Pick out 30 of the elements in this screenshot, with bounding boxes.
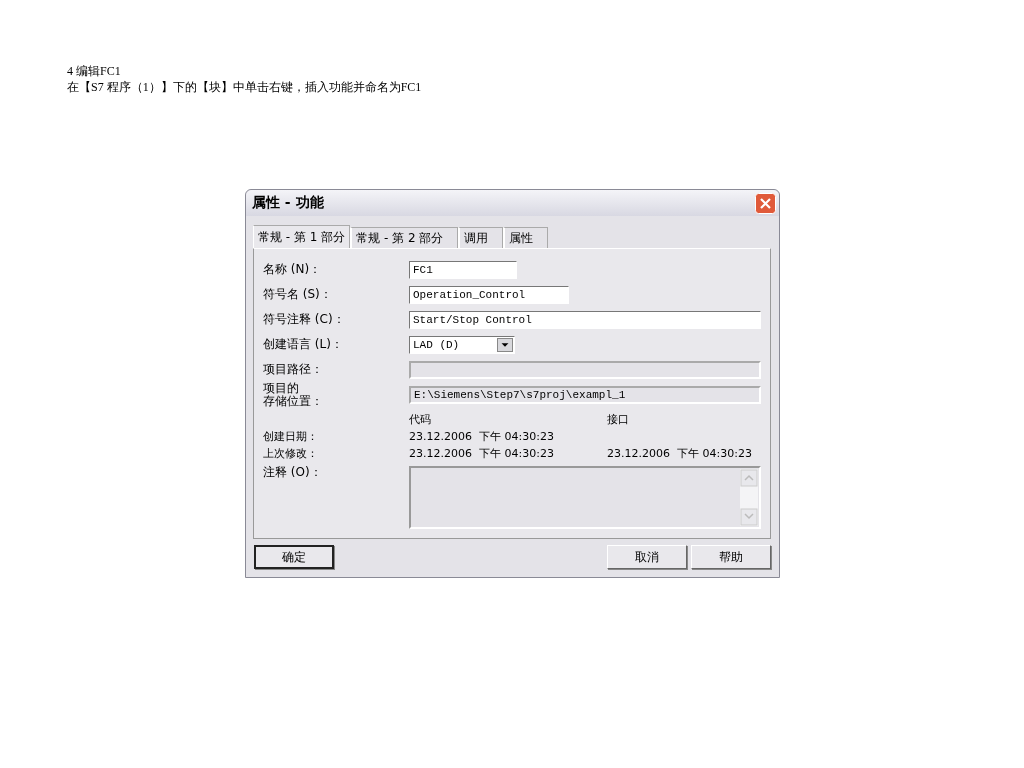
step-heading: 4 编辑FC1 (67, 63, 121, 79)
field-label: 符号名 (S)： (263, 288, 333, 301)
field-label: 名称 (N)： (263, 263, 323, 276)
column-header: 代码 (409, 412, 432, 428)
tab[interactable]: 属性 (503, 227, 549, 248)
close-icon[interactable] (755, 192, 776, 214)
language-dropdown[interactable]: LAD (D) (409, 335, 515, 354)
tab[interactable]: 常规 - 第 1 部分 (253, 225, 351, 248)
instruction-text: 在【S7 程序（1）】下的【块】中单击右键，插入功能并命名为FC1 (67, 79, 422, 95)
window-title: 属性 - 功能 (252, 194, 324, 212)
input-field[interactable]: FC1 (409, 260, 517, 279)
date-value: 23.12.2006 下午 04:30:23 (409, 446, 555, 462)
date-value: 23.12.2006 下午 04:30:23 (409, 429, 555, 445)
field-label: 上次修改： (263, 446, 319, 462)
field-label: 注释 (O)： (263, 466, 323, 481)
field-label: 项目路径： (263, 363, 324, 376)
dialog-button[interactable]: 取消 (607, 545, 687, 569)
input-field[interactable]: Start/Stop Control (409, 310, 761, 329)
dialog-button[interactable]: 确定 (254, 545, 334, 569)
input-field[interactable]: Operation_Control (409, 285, 569, 304)
tab[interactable]: 调用 (458, 227, 504, 248)
tab[interactable]: 常规 - 第 2 部分 (350, 227, 459, 248)
field-label: 创建日期： (263, 429, 319, 445)
field-label: 创建语言 (L)： (263, 338, 344, 351)
field-label: 项目的 (263, 382, 299, 395)
dialog-button[interactable]: 帮助 (691, 545, 771, 569)
date-value: 23.12.2006 下午 04:30:23 (607, 446, 753, 462)
field-label: 符号注释 (C)： (263, 313, 346, 326)
column-header: 接口 (607, 412, 630, 428)
field-label: 存储位置： (263, 395, 323, 408)
